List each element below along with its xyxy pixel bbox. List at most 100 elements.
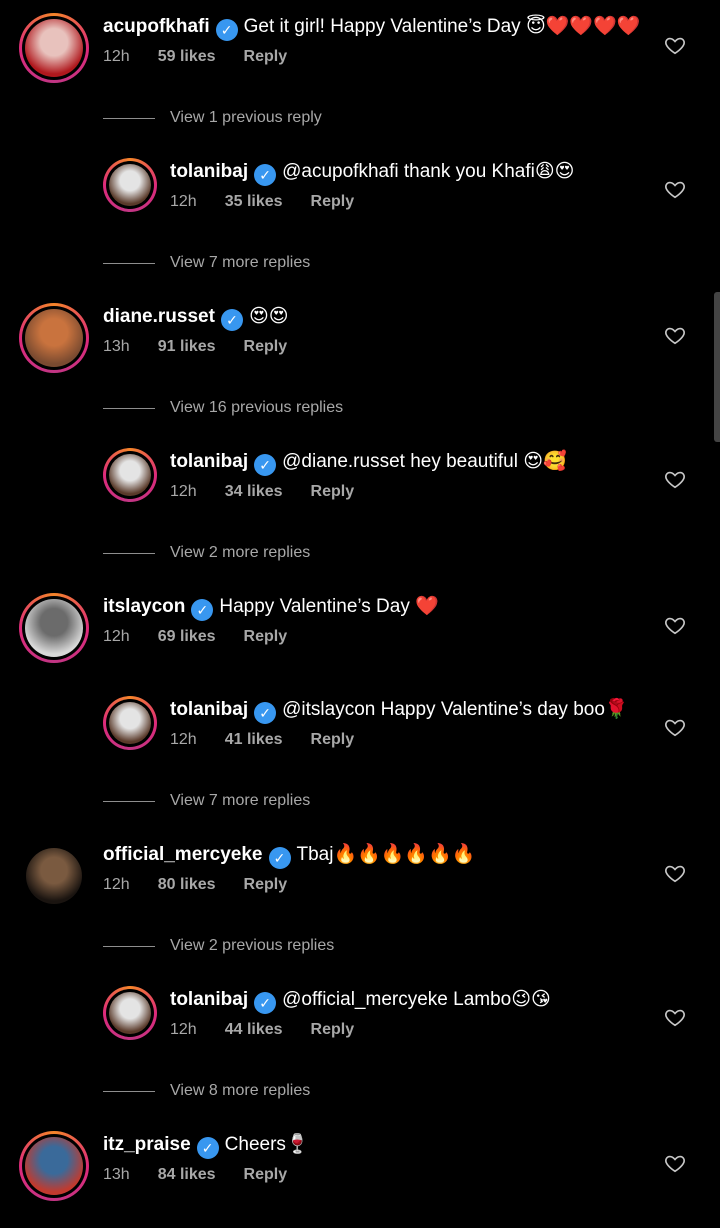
comment-line: official_mercyeke ✓ Tbaj🔥🔥🔥🔥🔥🔥 [103, 843, 475, 869]
reply-button[interactable]: Reply [311, 1021, 355, 1038]
view-replies-line [103, 408, 155, 409]
username-link[interactable]: official_mercyeke [103, 844, 263, 865]
view-replies-line [103, 946, 155, 947]
timestamp: 13h [103, 1166, 130, 1183]
timestamp: 12h [170, 193, 197, 210]
username-link[interactable]: tolanibaj [170, 699, 248, 720]
comment-text: Get it girl! Happy Valentine’s Day 😇❤️❤️… [243, 16, 641, 37]
username-link[interactable]: tolanibaj [170, 161, 248, 182]
timestamp: 12h [170, 1021, 197, 1038]
avatar-image [25, 599, 83, 657]
comment-line: tolanibaj ✓ @itslaycon Happy Valentine’s d… [170, 698, 629, 724]
verified-badge-icon: ✓ [254, 992, 277, 1014]
comment-meta: 13h 84 likes Reply [103, 1166, 315, 1184]
comment-line: tolanibaj ✓ @official_mercyeke Lambo😉😘 [170, 988, 551, 1014]
likes-count[interactable]: 34 likes [225, 483, 283, 500]
likes-count[interactable]: 41 likes [225, 731, 283, 748]
verified-badge-icon: ✓ [215, 19, 238, 41]
reply-button[interactable]: Reply [311, 483, 355, 500]
like-heart-icon[interactable] [664, 324, 686, 346]
avatar-image [26, 848, 82, 904]
avatar[interactable] [19, 13, 89, 83]
avatar[interactable] [103, 158, 157, 212]
avatar[interactable] [103, 696, 157, 750]
username-link[interactable]: tolanibaj [170, 989, 248, 1010]
username-link[interactable]: itz_praise [103, 1134, 191, 1155]
likes-count[interactable]: 59 likes [158, 48, 216, 65]
timestamp: 12h [170, 483, 197, 500]
comment-line: acupofkhafi ✓ Get it girl! Happy Valentine… [103, 15, 640, 41]
comment-meta: 12h 35 likes Reply [170, 193, 382, 211]
likes-count[interactable]: 84 likes [158, 1166, 216, 1183]
likes-count[interactable]: 44 likes [225, 1021, 283, 1038]
avatar[interactable] [19, 1131, 89, 1201]
comment-text: Tbaj🔥🔥🔥🔥🔥🔥 [296, 844, 476, 865]
view-replies-line [103, 553, 155, 554]
username-link[interactable]: acupofkhafi [103, 16, 210, 37]
avatar-image [109, 164, 151, 206]
like-heart-icon[interactable] [664, 34, 686, 56]
username-link[interactable]: diane.russet [103, 306, 215, 327]
likes-count[interactable]: 35 likes [225, 193, 283, 210]
reply-button[interactable]: Reply [244, 628, 288, 645]
view-replies-button[interactable]: View 2 more replies [170, 544, 310, 562]
timestamp: 12h [103, 48, 130, 65]
comment-meta: 12h 59 likes Reply [103, 48, 315, 66]
reply-button[interactable]: Reply [244, 338, 288, 355]
timestamp: 13h [103, 338, 130, 355]
comment-text: @itslaycon Happy Valentine’s day boo🌹 [282, 699, 629, 720]
comment-line: diane.russet ✓ 😍😍 [103, 305, 289, 331]
like-heart-icon[interactable] [664, 178, 686, 200]
scrollbar[interactable] [714, 292, 720, 442]
timestamp: 12h [170, 731, 197, 748]
comment-meta: 12h 80 likes Reply [103, 876, 315, 894]
view-replies-button[interactable]: View 7 more replies [170, 254, 310, 272]
comment-text: @diane.russet hey beautiful 😍🥰 [282, 451, 567, 472]
like-heart-icon[interactable] [664, 1152, 686, 1174]
likes-count[interactable]: 80 likes [158, 876, 216, 893]
comment-text: 😍😍 [248, 306, 289, 327]
avatar-image [109, 454, 151, 496]
view-replies-line [103, 1091, 155, 1092]
avatar[interactable] [19, 303, 89, 373]
comment-line: itslaycon ✓ Happy Valentine’s Day ❤️ [103, 595, 439, 621]
reply-button[interactable]: Reply [311, 193, 355, 210]
avatar-image [25, 309, 83, 367]
username-link[interactable]: tolanibaj [170, 451, 248, 472]
like-heart-icon[interactable] [664, 1006, 686, 1028]
reply-button[interactable]: Reply [244, 876, 288, 893]
view-replies-line [103, 263, 155, 264]
avatar[interactable] [103, 986, 157, 1040]
verified-badge-icon: ✓ [254, 164, 277, 186]
likes-count[interactable]: 69 likes [158, 628, 216, 645]
comment-meta: 13h 91 likes Reply [103, 338, 315, 356]
like-heart-icon[interactable] [664, 614, 686, 636]
view-replies-button[interactable]: View 7 more replies [170, 792, 310, 810]
verified-badge-icon: ✓ [254, 454, 277, 476]
like-heart-icon[interactable] [664, 716, 686, 738]
avatar[interactable] [103, 448, 157, 502]
verified-badge-icon: ✓ [254, 702, 277, 724]
reply-button[interactable]: Reply [244, 1166, 288, 1183]
avatar[interactable] [19, 841, 89, 911]
comment-meta: 12h 69 likes Reply [103, 628, 315, 646]
view-replies-button[interactable]: View 8 more replies [170, 1082, 310, 1100]
verified-badge-icon: ✓ [268, 847, 291, 869]
username-link[interactable]: itslaycon [103, 596, 185, 617]
comment-text: @official_mercyeke Lambo😉😘 [282, 989, 551, 1010]
likes-count[interactable]: 91 likes [158, 338, 216, 355]
reply-button[interactable]: Reply [244, 48, 288, 65]
view-replies-button[interactable]: View 16 previous replies [170, 399, 343, 417]
comment-meta: 12h 34 likes Reply [170, 483, 382, 501]
verified-badge-icon: ✓ [191, 599, 214, 621]
reply-button[interactable]: Reply [311, 731, 355, 748]
comment-line: tolanibaj ✓ @acupofkhafi thank you Khafi😩😍 [170, 160, 574, 186]
view-replies-button[interactable]: View 1 previous reply [170, 109, 322, 127]
view-replies-button[interactable]: View 2 previous replies [170, 937, 334, 955]
comment-meta: 12h 41 likes Reply [170, 731, 382, 749]
avatar[interactable] [19, 593, 89, 663]
comment-meta: 12h 44 likes Reply [170, 1021, 382, 1039]
like-heart-icon[interactable] [664, 862, 686, 884]
avatar-image [25, 19, 83, 77]
like-heart-icon[interactable] [664, 468, 686, 490]
